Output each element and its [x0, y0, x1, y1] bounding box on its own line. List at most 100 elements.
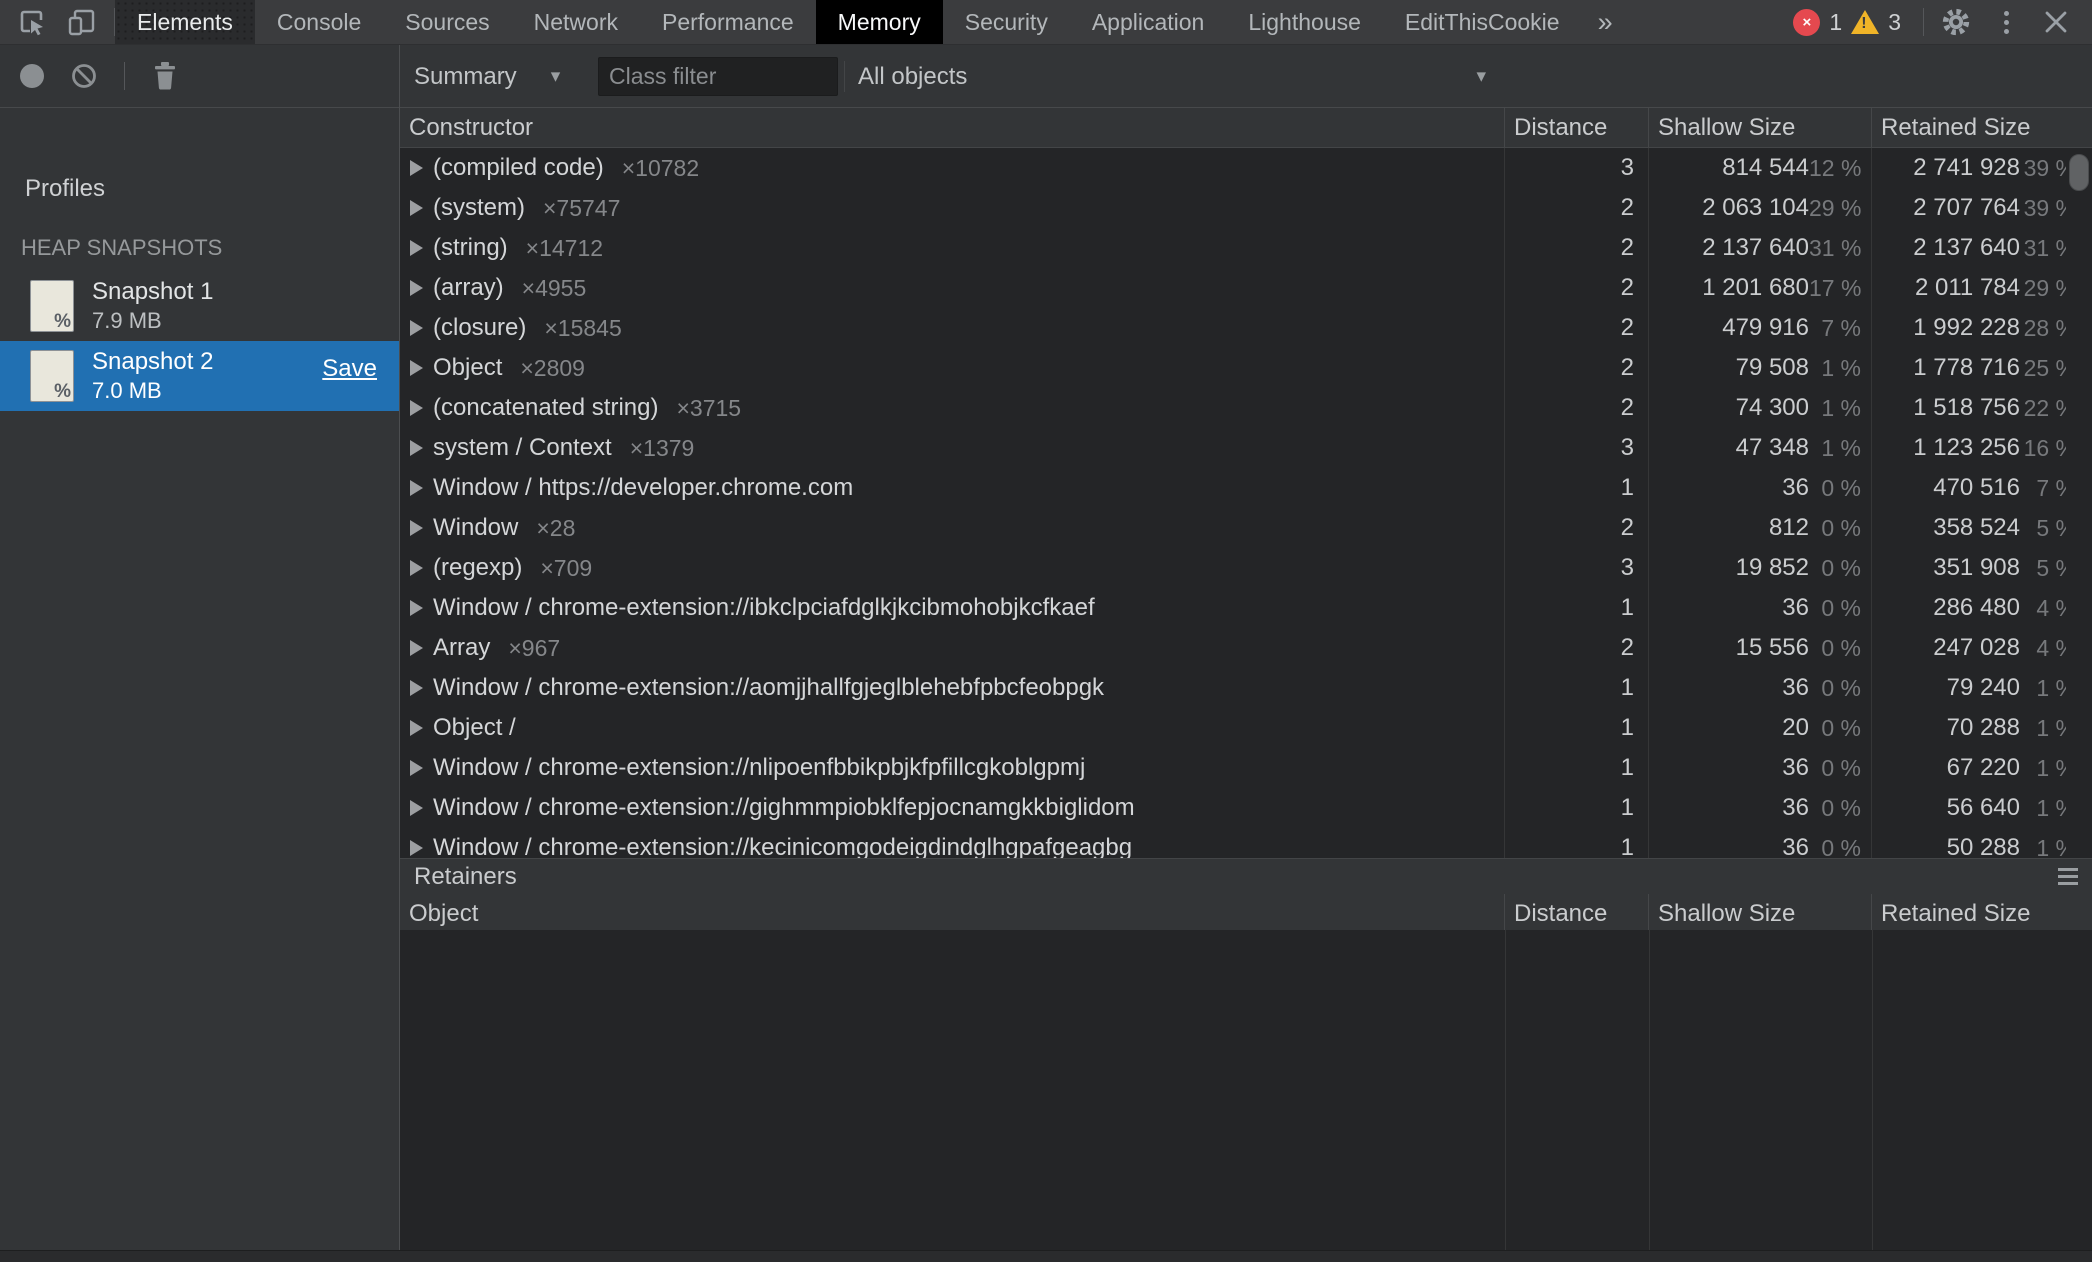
disclosure-triangle-icon[interactable]: [410, 720, 423, 736]
constructor-row[interactable]: (concatenated string) ×3715 2 74 300 1 %…: [400, 388, 2092, 428]
constructor-row[interactable]: Window / chrome-extension://kecinicomgod…: [400, 828, 2092, 858]
disclosure-triangle-icon[interactable]: [410, 240, 423, 256]
disclosure-triangle-icon[interactable]: [410, 520, 423, 536]
retained-size-cell: 50 288 1 %: [1872, 828, 2092, 858]
toggle-device-toolbar-icon[interactable]: [64, 4, 100, 40]
column-header-constructor[interactable]: Constructor: [400, 108, 1505, 147]
column-header-shallow-size[interactable]: Shallow Size: [1649, 108, 1872, 147]
shallow-size-percent: 7 %: [1809, 315, 1871, 342]
kebab-menu-icon[interactable]: [1988, 4, 2024, 40]
scrollbar-thumb[interactable]: [2069, 154, 2089, 191]
constructor-row[interactable]: (compiled code) ×10782 3 814 544 12 % 2 …: [400, 148, 2092, 188]
shallow-size-cell: 36 0 %: [1649, 788, 1872, 828]
disclosure-triangle-icon[interactable]: [410, 840, 423, 856]
constructor-row[interactable]: (closure) ×15845 2 479 916 7 % 1 992 228…: [400, 308, 2092, 348]
constructor-row[interactable]: Object ×2809 2 79 508 1 % 1 778 716 25 %: [400, 348, 2092, 388]
constructor-row[interactable]: (regexp) ×709 3 19 852 0 % 351 908 5 %: [400, 548, 2092, 588]
column-header-object[interactable]: Object: [400, 894, 1505, 933]
constructor-cell: Window ×28: [400, 508, 1505, 548]
distance-value: 3: [1505, 148, 1649, 188]
shallow-size-cell: 814 544 12 %: [1649, 148, 1872, 188]
distance-value: 2: [1505, 348, 1649, 388]
heap-snapshot-panel: Summary ▾ All objects ▾ Constructor Dist…: [400, 45, 2092, 1250]
warning-badge-icon[interactable]: !: [1851, 10, 1879, 34]
retained-size-value: 67 220: [1947, 754, 2020, 782]
constructor-cell: Window / chrome-extension://aomjjhallfgj…: [400, 668, 1505, 708]
distance-value: 2: [1505, 388, 1649, 428]
instance-count: ×14712: [526, 235, 603, 262]
class-filter-input[interactable]: [598, 57, 838, 96]
more-tabs-chevron[interactable]: »: [1582, 7, 1629, 38]
profiles-heading: Profiles: [25, 175, 105, 203]
constructor-row[interactable]: system / Context ×1379 3 47 348 1 % 1 12…: [400, 428, 2092, 468]
constructor-row[interactable]: Object / 1 20 0 % 70 288 1 %: [400, 708, 2092, 748]
tab-security[interactable]: Security: [943, 0, 1070, 44]
constructor-row[interactable]: Window / chrome-extension://nlipoenfbbik…: [400, 748, 2092, 788]
vertical-scrollbar: [2066, 148, 2092, 858]
settings-gear-icon[interactable]: [1938, 4, 1974, 40]
disclosure-triangle-icon[interactable]: [410, 640, 423, 656]
snapshot-list-item[interactable]: % Snapshot 1 7.9 MB: [0, 271, 399, 341]
retained-size-cell: 70 288 1 %: [1872, 708, 2092, 748]
tab-editthiscookie[interactable]: EditThisCookie: [1383, 0, 1582, 44]
disclosure-triangle-icon[interactable]: [410, 320, 423, 336]
snapshot-text: Snapshot 2 7.0 MB: [92, 348, 213, 404]
disclosure-triangle-icon[interactable]: [410, 480, 423, 496]
constructor-row[interactable]: Window ×28 2 812 0 % 358 524 5 %: [400, 508, 2092, 548]
constructor-row[interactable]: (array) ×4955 2 1 201 680 17 % 2 011 784…: [400, 268, 2092, 308]
constructor-row[interactable]: Array ×967 2 15 556 0 % 247 028 4 %: [400, 628, 2092, 668]
tab-memory[interactable]: Memory: [816, 0, 943, 44]
tab-sources[interactable]: Sources: [383, 0, 511, 44]
retained-size-value: 2 707 764: [1913, 194, 2020, 222]
constructor-row[interactable]: Window / https://developer.chrome.com 1 …: [400, 468, 2092, 508]
inspect-element-icon[interactable]: [14, 4, 50, 40]
disclosure-triangle-icon[interactable]: [410, 440, 423, 456]
column-header-retained-size[interactable]: Retained Size: [1872, 108, 2092, 147]
instance-count: ×4955: [522, 275, 587, 302]
disclosure-triangle-icon[interactable]: [410, 360, 423, 376]
column-header-retained-size[interactable]: Retained Size: [1872, 894, 2092, 933]
disclosure-triangle-icon[interactable]: [410, 680, 423, 696]
constructor-row[interactable]: Window / chrome-extension://ibkclpciafdg…: [400, 588, 2092, 628]
profiles-toolbar-divider: [124, 62, 125, 90]
snapshot-save-link[interactable]: Save: [322, 355, 377, 383]
tab-console[interactable]: Console: [255, 0, 383, 44]
retained-size-cell: 2 137 640 31 %: [1872, 228, 2092, 268]
snapshot-list-item[interactable]: % Snapshot 2 7.0 MB Save: [0, 341, 399, 411]
disclosure-triangle-icon[interactable]: [410, 800, 423, 816]
disclosure-triangle-icon[interactable]: [410, 200, 423, 216]
constructor-row[interactable]: Window / chrome-extension://aomjjhallfgj…: [400, 668, 2092, 708]
clear-profiles-icon[interactable]: [66, 58, 102, 94]
disclosure-triangle-icon[interactable]: [410, 160, 423, 176]
retained-size-value: 1 992 228: [1913, 314, 2020, 342]
disclosure-triangle-icon[interactable]: [410, 760, 423, 776]
constructor-row[interactable]: Window / chrome-extension://gighmmpiobkl…: [400, 788, 2092, 828]
constructor-row[interactable]: (string) ×14712 2 2 137 640 31 % 2 137 6…: [400, 228, 2092, 268]
delete-profile-trash-icon[interactable]: [147, 58, 183, 94]
shallow-size-value: 36: [1782, 794, 1809, 822]
disclosure-triangle-icon[interactable]: [410, 560, 423, 576]
column-header-shallow-size[interactable]: Shallow Size: [1649, 894, 1872, 933]
retained-size-value: 470 516: [1933, 474, 2020, 502]
constructor-row[interactable]: (system) ×75747 2 2 063 104 29 % 2 707 7…: [400, 188, 2092, 228]
constructor-cell: system / Context ×1379: [400, 428, 1505, 468]
column-header-distance[interactable]: Distance: [1505, 894, 1649, 933]
console-status-badges[interactable]: × 1 ! 3: [1793, 9, 1901, 36]
error-badge-icon[interactable]: ×: [1793, 9, 1820, 36]
tab-performance[interactable]: Performance: [640, 0, 816, 44]
tab-network[interactable]: Network: [512, 0, 640, 44]
tab-lighthouse[interactable]: Lighthouse: [1226, 0, 1383, 44]
hamburger-menu-icon[interactable]: [2058, 868, 2078, 885]
tab-application[interactable]: Application: [1070, 0, 1227, 44]
disclosure-triangle-icon[interactable]: [410, 280, 423, 296]
object-scope-select[interactable]: All objects ▾: [858, 45, 1486, 108]
disclosure-triangle-icon[interactable]: [410, 400, 423, 416]
disclosure-triangle-icon[interactable]: [410, 600, 423, 616]
retained-size-cell: 1 778 716 25 %: [1872, 348, 2092, 388]
record-heap-icon[interactable]: [20, 64, 44, 88]
close-devtools-icon[interactable]: [2038, 4, 2074, 40]
perspective-select[interactable]: Summary ▾: [414, 45, 560, 108]
retainers-grid-body: [400, 930, 2092, 1250]
column-header-distance[interactable]: Distance: [1505, 108, 1649, 147]
tab-elements[interactable]: Elements: [115, 0, 255, 44]
